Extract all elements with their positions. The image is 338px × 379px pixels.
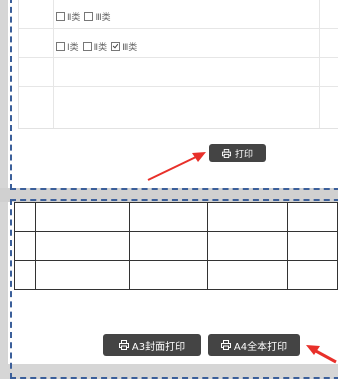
table-row: [19, 87, 338, 115]
a3-cover-print-button[interactable]: A3封面打印: [103, 334, 201, 356]
a4-full-print-label: A4全本打印: [233, 341, 288, 353]
table-cell: [34, 202, 130, 232]
table-cell: [286, 231, 338, 261]
print-button[interactable]: 打印: [209, 144, 266, 162]
print-button-label: 打印: [234, 149, 253, 160]
table-cell: [14, 202, 36, 232]
data-grid: [14, 202, 338, 290]
checkbox-class-3[interactable]: [84, 12, 94, 21]
table-cell: [14, 289, 36, 290]
top-section: Ⅱ类 Ⅲ类 Ⅰ类 Ⅱ类 Ⅲ类: [8, 0, 338, 188]
table-row: [19, 58, 338, 87]
column-divider: [319, 0, 320, 128]
table-cell: [286, 202, 338, 232]
printer-icon: [221, 148, 231, 158]
table-cell: [206, 231, 288, 261]
table-cell: [286, 260, 338, 290]
section-separator: [0, 188, 338, 202]
checkbox-class-2[interactable]: [56, 12, 65, 21]
table-cell: [14, 231, 36, 261]
checkbox-class-3-checked[interactable]: [111, 42, 121, 51]
table-row: [14, 202, 338, 232]
table-cell: [34, 260, 130, 290]
class-options-row-1: Ⅱ类 Ⅲ类: [56, 10, 114, 23]
table-cell: [128, 202, 208, 232]
checkbox-class-2[interactable]: [82, 42, 92, 51]
table-row: [14, 289, 338, 290]
table-cell: [286, 289, 338, 290]
checkbox-class-1[interactable]: [56, 42, 65, 51]
table-cell: [206, 202, 288, 232]
class-options-row-2: Ⅰ类 Ⅱ类 Ⅲ类: [56, 40, 140, 53]
table-row: [14, 260, 338, 290]
table-cell: [128, 231, 208, 261]
table-cell: [206, 260, 288, 290]
checkbox-label: Ⅱ类: [93, 43, 108, 53]
table-cell: [128, 260, 208, 290]
checkbox-label: Ⅲ类: [95, 13, 111, 23]
checkbox-label: Ⅰ类: [67, 43, 79, 53]
printer-icon: [220, 340, 231, 350]
table-cell: [14, 260, 36, 290]
a3-cover-print-label: A3封面打印: [131, 341, 186, 353]
checkbox-label: Ⅱ类: [67, 13, 81, 23]
column-divider: [53, 0, 54, 128]
table-row: [14, 231, 338, 261]
table-cell: [128, 289, 208, 290]
printer-icon: [118, 340, 129, 350]
table-cell: [206, 289, 288, 290]
checkbox-label: Ⅲ类: [122, 43, 138, 53]
table-cell: [34, 231, 130, 261]
table-cell: [34, 289, 130, 290]
a4-full-print-button[interactable]: A4全本打印: [208, 334, 300, 356]
